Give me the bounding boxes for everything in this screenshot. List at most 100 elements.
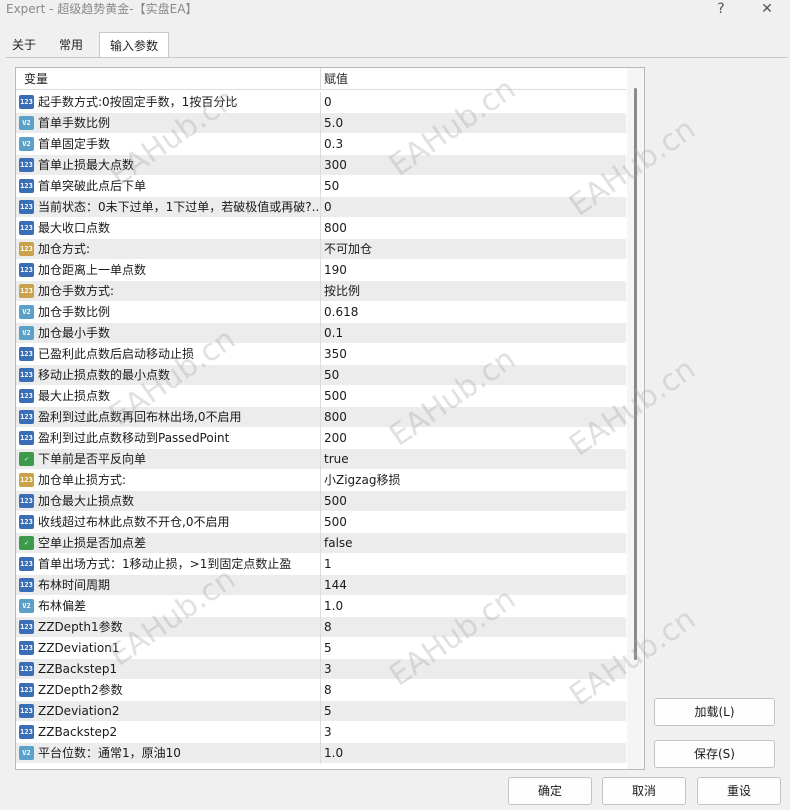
- table-row[interactable]: 123 盈利到过此点数移动到PassedPoint 200: [16, 428, 626, 449]
- parameter-value[interactable]: 200: [324, 428, 347, 449]
- parameter-value[interactable]: 350: [324, 344, 347, 365]
- parameter-value[interactable]: 3: [324, 722, 332, 743]
- parameter-value[interactable]: 50: [324, 365, 339, 386]
- parameter-value[interactable]: 500: [324, 491, 347, 512]
- cancel-button[interactable]: 取消: [602, 777, 686, 805]
- table-row[interactable]: V2 首单手数比例 5.0: [16, 113, 626, 134]
- save-button[interactable]: 保存(S): [654, 740, 775, 768]
- scrollbar-thumb[interactable]: [634, 88, 637, 660]
- table-row[interactable]: V2 首单固定手数 0.3: [16, 134, 626, 155]
- table-row[interactable]: 123 加仓单止损方式: 小Zigzag移损: [16, 470, 626, 491]
- parameter-value[interactable]: 0: [324, 197, 332, 218]
- vertical-scrollbar[interactable]: [627, 68, 644, 769]
- double-type-icon: V2: [19, 116, 34, 130]
- cell-divider: [320, 386, 321, 407]
- parameter-name: 加仓单止损方式:: [38, 473, 127, 487]
- table-row[interactable]: 123 ZZDepth2参数 8: [16, 680, 626, 701]
- table-row[interactable]: ✓ 空单止损是否加点差 false: [16, 533, 626, 554]
- parameter-value[interactable]: 0.1: [324, 323, 343, 344]
- cell-divider: [320, 92, 321, 113]
- column-divider[interactable]: [320, 68, 321, 90]
- column-header-value[interactable]: 赋值: [324, 68, 348, 90]
- close-button[interactable]: ✕: [752, 0, 782, 18]
- parameter-name: 下单前是否平反向单: [38, 452, 147, 466]
- cell-divider: [320, 323, 321, 344]
- table-row[interactable]: 123 移动止损点数的最小点数 50: [16, 365, 626, 386]
- table-row[interactable]: V2 平台位数：通常1，原油10 1.0: [16, 743, 626, 764]
- parameter-value[interactable]: 5: [324, 701, 332, 722]
- parameter-value[interactable]: 1.0: [324, 596, 343, 617]
- table-row[interactable]: 123 起手数方式:0按固定手数，1按百分比 0: [16, 92, 626, 113]
- parameter-value[interactable]: 500: [324, 512, 347, 533]
- table-row[interactable]: 123 最大收口点数 800: [16, 218, 626, 239]
- parameter-value[interactable]: 8: [324, 680, 332, 701]
- table-row[interactable]: V2 加仓最小手数 0.1: [16, 323, 626, 344]
- parameter-value[interactable]: 190: [324, 260, 347, 281]
- table-row[interactable]: 123 布林时间周期 144: [16, 575, 626, 596]
- parameter-value[interactable]: 0.618: [324, 302, 358, 323]
- tab-common[interactable]: 常用: [49, 32, 93, 58]
- double-type-icon: V2: [19, 137, 34, 151]
- table-row[interactable]: 123 加仓最大止损点数 500: [16, 491, 626, 512]
- parameter-value[interactable]: 0.3: [324, 134, 343, 155]
- parameter-value[interactable]: 小Zigzag移损: [324, 470, 400, 491]
- table-row[interactable]: 123 加仓距离上一单点数 190: [16, 260, 626, 281]
- table-row[interactable]: V2 布林偏差 1.0: [16, 596, 626, 617]
- table-row[interactable]: 123 ZZDeviation2 5: [16, 701, 626, 722]
- table-row[interactable]: 123 ZZDeviation1 5: [16, 638, 626, 659]
- table-row[interactable]: 123 收线超过布林此点数不开仓,0不启用 500: [16, 512, 626, 533]
- parameter-value[interactable]: 800: [324, 407, 347, 428]
- ok-button[interactable]: 确定: [508, 777, 592, 805]
- int-type-icon: 123: [19, 368, 34, 382]
- parameters-grid[interactable]: 变量 赋值 123 起手数方式:0按固定手数，1按百分比 0 V2 首单手数比例 5.0 V…: [15, 67, 645, 770]
- table-row[interactable]: 123 首单止损最大点数 300: [16, 155, 626, 176]
- parameter-name: 移动止损点数的最小点数: [38, 368, 171, 382]
- cell-divider: [320, 197, 321, 218]
- table-row[interactable]: V2 加仓手数比例 0.618: [16, 302, 626, 323]
- parameter-value[interactable]: 3: [324, 659, 332, 680]
- table-row[interactable]: 123 ZZDepth1参数 8: [16, 617, 626, 638]
- parameter-value[interactable]: 5: [324, 638, 332, 659]
- parameter-value[interactable]: 8: [324, 617, 332, 638]
- table-row[interactable]: 123 盈利到过此点数再回布林出场,0不启用 800: [16, 407, 626, 428]
- parameter-value[interactable]: 300: [324, 155, 347, 176]
- table-row[interactable]: 123 加仓方式: 不可加仓: [16, 239, 626, 260]
- parameter-value[interactable]: false: [324, 533, 353, 554]
- parameter-name: 平台位数：通常1，原油10: [38, 746, 181, 760]
- table-row[interactable]: 123 当前状态：0未下过单，1下过单，若破极值或再破?.. 0: [16, 197, 626, 218]
- cell-divider: [320, 449, 321, 470]
- parameter-value[interactable]: true: [324, 449, 349, 470]
- table-row[interactable]: 123 最大止损点数 500: [16, 386, 626, 407]
- parameter-name: 首单止损最大点数: [38, 158, 135, 172]
- parameter-value[interactable]: 1.0: [324, 743, 343, 764]
- parameter-value[interactable]: 1: [324, 554, 332, 575]
- parameter-name: 加仓手数比例: [38, 305, 111, 319]
- parameter-value[interactable]: 5.0: [324, 113, 343, 134]
- parameter-value[interactable]: 按比例: [324, 281, 360, 302]
- table-row[interactable]: 123 已盈利此点数后启动移动止损 350: [16, 344, 626, 365]
- table-row[interactable]: 123 首单出场方式：1移动止损，>1到固定点数止盈 1: [16, 554, 626, 575]
- parameter-value[interactable]: 144: [324, 575, 347, 596]
- column-header-variable[interactable]: 变量: [24, 68, 48, 90]
- load-button[interactable]: 加载(L): [654, 698, 775, 726]
- tab-inputs[interactable]: 输入参数: [99, 32, 170, 58]
- reset-button[interactable]: 重设: [697, 777, 781, 805]
- cell-divider: [320, 575, 321, 596]
- parameter-name: 布林偏差: [38, 599, 87, 613]
- parameter-value[interactable]: 0: [324, 92, 332, 113]
- table-row[interactable]: 123 首单突破此点后下单 50: [16, 176, 626, 197]
- parameter-value[interactable]: 不可加仓: [324, 239, 372, 260]
- int-type-icon: 123: [19, 221, 34, 235]
- parameter-value[interactable]: 50: [324, 176, 339, 197]
- table-row[interactable]: 123 ZZBackstep2 3: [16, 722, 626, 743]
- help-button[interactable]: ?: [706, 0, 736, 18]
- table-row[interactable]: ✓ 下单前是否平反向单 true: [16, 449, 626, 470]
- tab-about[interactable]: 关于: [2, 32, 46, 58]
- cell-divider: [320, 533, 321, 554]
- table-row[interactable]: 123 加仓手数方式: 按比例: [16, 281, 626, 302]
- double-type-icon: V2: [19, 599, 34, 613]
- parameter-value[interactable]: 800: [324, 218, 347, 239]
- table-row[interactable]: 123 ZZBackstep1 3: [16, 659, 626, 680]
- parameter-value[interactable]: 500: [324, 386, 347, 407]
- int-type-icon: 123: [19, 179, 34, 193]
